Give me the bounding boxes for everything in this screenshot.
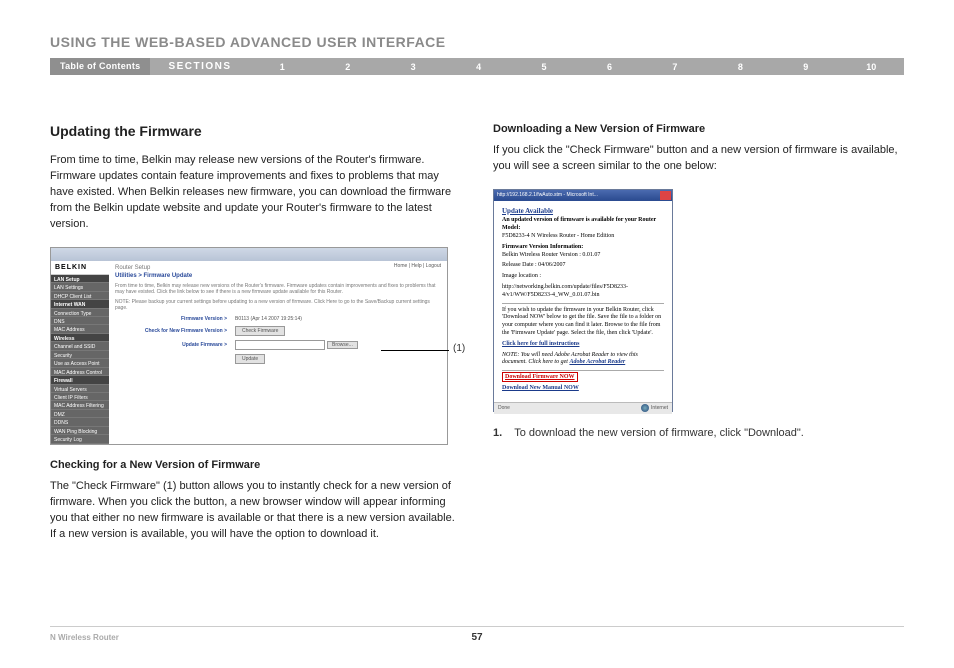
belkin-logo: BELKIN (51, 261, 109, 275)
status-done: Done (498, 405, 510, 411)
check-firmware-button[interactable]: Check Firmware (235, 326, 285, 336)
popup-titlebar: http://192.168.2.1/fwAuto.stm - Microsof… (494, 190, 672, 201)
check-fw-label: Check for New Firmware Version > (115, 328, 235, 334)
sidebar-item: MAC Address Filtering (51, 401, 109, 409)
nav-section-2[interactable]: 2 (315, 62, 380, 72)
sidebar-item: MAC Address (51, 325, 109, 333)
sidebar-item: MAC Address Control (51, 368, 109, 376)
nav-section-9[interactable]: 9 (773, 62, 838, 72)
fw-note: NOTE: Please backup your current setting… (115, 299, 441, 312)
fw-version-value: B0113 (Apr 14 2007 19:25:14) (235, 316, 302, 322)
sidebar-item: Virtual Servers (51, 385, 109, 393)
browse-button[interactable]: Browse... (327, 341, 358, 349)
subsection-heading: Checking for a New Version of Firmware (50, 459, 461, 471)
sidebar-item: Firewall (51, 376, 109, 384)
check-fw-paragraph: The "Check Firmware" (1) button allows y… (50, 479, 461, 543)
nav-bar: Table of Contents SECTIONS 1 2 3 4 5 6 7… (50, 58, 904, 75)
nav-section-4[interactable]: 4 (446, 62, 511, 72)
step-number: 1. (493, 426, 502, 442)
sidebar-item: DMZ (51, 410, 109, 418)
window-titlebar (51, 248, 447, 261)
breadcrumb: Utilities > Firmware Update (115, 273, 441, 279)
step-text: To download the new version of firmware,… (514, 426, 804, 442)
instructions: If you wish to update the firmware in yo… (502, 307, 664, 338)
sidebar-item: WAN Ping Blocking (51, 427, 109, 435)
sidebar-item: Internet WAN (51, 300, 109, 308)
globe-icon (641, 404, 649, 412)
sidebar-item: Security (51, 351, 109, 359)
page-footer: N Wireless Router 57 (50, 626, 904, 642)
model-value: F5D8233-4 N Wireless Router - Home Editi… (502, 233, 664, 241)
sidebar-item: Connection Type (51, 309, 109, 317)
section-heading: Updating the Firmware (50, 123, 461, 139)
fvi-version: Belkin Wireless Router Version : 0.01.07 (502, 252, 664, 260)
nav-section-10[interactable]: 10 (839, 62, 904, 72)
router-main-panel: Router Setup Utilities > Firmware Update… (109, 261, 447, 444)
sidebar-item: Use as Access Point (51, 359, 109, 367)
download-firmware-link[interactable]: Download Firmware NOW (502, 372, 578, 382)
download-paragraph: If you click the "Check Firmware" button… (493, 143, 904, 175)
router-sidebar: BELKIN LAN Setup LAN Settings DHCP Clien… (51, 261, 109, 444)
update-subtext: An updated version of firmware is availa… (502, 217, 664, 223)
sidebar-item: DNS (51, 317, 109, 325)
nav-section-5[interactable]: 5 (511, 62, 576, 72)
router-ui-screenshot: BELKIN LAN Setup LAN Settings DHCP Clien… (50, 247, 448, 445)
nav-section-8[interactable]: 8 (708, 62, 773, 72)
nav-toc[interactable]: Table of Contents (50, 58, 150, 75)
fvi-label: Firmware Version Information: (502, 244, 664, 250)
status-bar: Done Internet (494, 402, 672, 414)
update-button[interactable]: Update (235, 354, 265, 364)
top-links: Home | Help | Logout (394, 263, 441, 269)
nav-section-7[interactable]: 7 (642, 62, 707, 72)
update-popup-screenshot: http://192.168.2.1/fwAuto.stm - Microsof… (493, 189, 673, 412)
sidebar-item: Wireless (51, 334, 109, 342)
fw-version-label: Firmware Version > (115, 316, 235, 322)
model-label: Model: (502, 225, 664, 231)
close-icon[interactable] (660, 191, 671, 200)
sidebar-item: Security Log (51, 435, 109, 443)
subsection-heading: Downloading a New Version of Firmware (493, 123, 904, 135)
left-column: Updating the Firmware From time to time,… (50, 123, 461, 556)
intro-paragraph: From time to time, Belkin may release ne… (50, 153, 461, 233)
update-fw-label: Update Firmware > (115, 342, 235, 348)
sidebar-item: DDNS (51, 418, 109, 426)
full-instructions-link[interactable]: Click here for full instructions (502, 341, 579, 347)
sidebar-item: Client IP Filters (51, 393, 109, 401)
sidebar-item: LAN Settings (51, 283, 109, 291)
adobe-link[interactable]: Adobe Acrobat Reader (569, 359, 625, 365)
fw-description: From time to time, Belkin may release ne… (115, 283, 441, 296)
status-internet: Internet (651, 405, 668, 411)
fvi-url: http://networking.belkin.com/update/file… (502, 284, 664, 300)
sidebar-item: Channel and SSID (51, 342, 109, 350)
download-manual-link[interactable]: Download New Manual NOW (502, 385, 579, 391)
sidebar-item: DHCP Client List (51, 292, 109, 300)
callout-label: (1) (453, 343, 465, 354)
right-column: Downloading a New Version of Firmware If… (493, 123, 904, 556)
sidebar-item: LAN Setup (51, 275, 109, 283)
chapter-title: USING THE WEB-BASED ADVANCED USER INTERF… (50, 34, 904, 50)
product-name: N Wireless Router (50, 633, 119, 642)
step-1: 1. To download the new version of firmwa… (493, 426, 904, 442)
nav-section-3[interactable]: 3 (380, 62, 445, 72)
router-setup-label: Router Setup (115, 265, 441, 271)
popup-title: http://192.168.2.1/fwAuto.stm - Microsof… (494, 192, 660, 198)
fvi-loc-label: Image location : (502, 273, 664, 281)
fw-file-input[interactable] (235, 340, 325, 350)
callout-line (381, 350, 449, 351)
nav-section-1[interactable]: 1 (250, 62, 315, 72)
page-number: 57 (471, 632, 482, 643)
update-available-heading: Update Available (502, 207, 664, 215)
nav-section-6[interactable]: 6 (577, 62, 642, 72)
nav-sections-label: SECTIONS (150, 61, 249, 72)
fvi-date: Release Date : 04/06/2007 (502, 262, 664, 270)
